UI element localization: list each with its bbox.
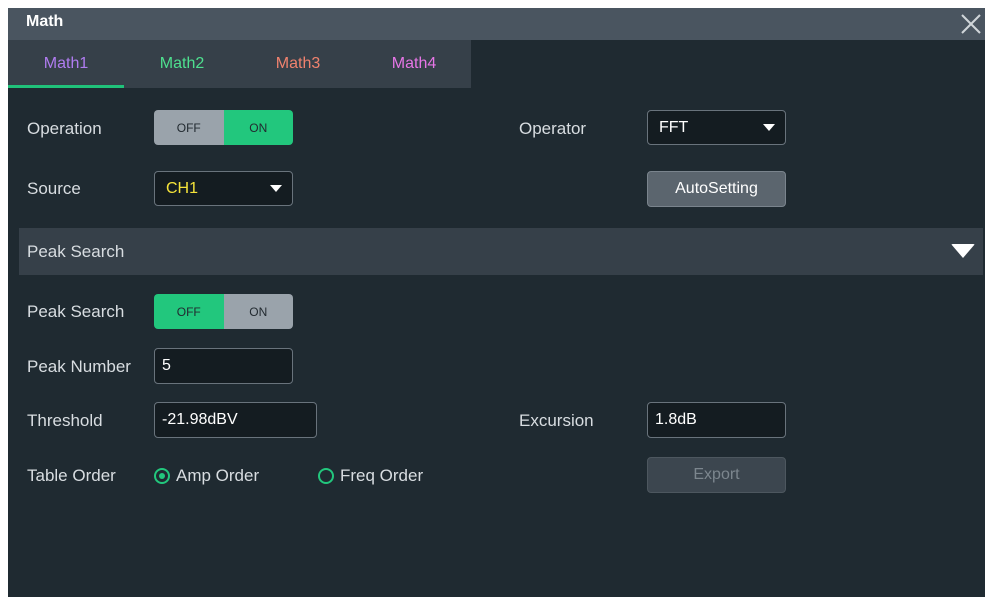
dialog-title: Math xyxy=(26,13,64,30)
peak-search-section-header[interactable]: Peak Search xyxy=(19,228,983,275)
peak-number-value: 5 xyxy=(162,357,171,374)
toggle-on-segment[interactable]: ON xyxy=(223,110,293,145)
operator-value: FFT xyxy=(659,119,689,136)
toggle-off-segment[interactable]: OFF xyxy=(154,110,224,145)
amp-order-radio[interactable]: Amp Order xyxy=(154,466,259,486)
export-button[interactable]: Export xyxy=(647,457,786,493)
toggle-on-segment[interactable]: ON xyxy=(223,294,293,329)
tab-label: Math3 xyxy=(275,55,321,72)
math-dialog: Math Math1 Math2 Math3 Math4 Operation O… xyxy=(8,8,985,597)
operation-label: Operation xyxy=(27,119,102,138)
toggle-off-segment[interactable]: OFF xyxy=(154,294,224,329)
excursion-value: 1.8dB xyxy=(655,411,697,428)
radio-unchecked-icon xyxy=(318,468,334,484)
peak-number-field[interactable]: 5 xyxy=(154,348,293,384)
threshold-field[interactable]: -21.98dBV xyxy=(154,402,317,438)
triangle-down-icon[interactable] xyxy=(951,244,975,258)
freq-order-radio[interactable]: Freq Order xyxy=(318,466,423,486)
tab-label: Math4 xyxy=(391,55,437,72)
peak-number-label: Peak Number xyxy=(27,357,131,376)
chevron-down-icon xyxy=(763,124,775,131)
peak-search-toggle[interactable]: OFF ON xyxy=(154,294,293,329)
operator-label: Operator xyxy=(519,119,587,138)
tab-math2[interactable]: Math2 xyxy=(124,40,240,88)
source-select[interactable]: CH1 xyxy=(154,171,293,206)
tab-bar: Math1 Math2 Math3 Math4 xyxy=(8,40,471,88)
tab-math3[interactable]: Math3 xyxy=(240,40,356,88)
tab-label: Math2 xyxy=(159,55,205,72)
tab-label: Math1 xyxy=(43,55,89,72)
excursion-label: Excursion xyxy=(519,411,594,430)
tab-math4[interactable]: Math4 xyxy=(356,40,472,88)
autosetting-button[interactable]: AutoSetting xyxy=(647,171,786,207)
peak-search-label: Peak Search xyxy=(27,302,125,321)
threshold-label: Threshold xyxy=(27,411,103,430)
chevron-down-icon xyxy=(270,185,282,192)
threshold-value: -21.98dBV xyxy=(162,411,238,428)
source-value: CH1 xyxy=(166,180,199,197)
operation-toggle[interactable]: OFF ON xyxy=(154,110,293,145)
table-order-label: Table Order xyxy=(27,466,116,485)
excursion-field[interactable]: 1.8dB xyxy=(647,402,786,438)
radio-checked-icon xyxy=(154,468,170,484)
title-bar: Math xyxy=(8,8,985,40)
close-icon[interactable] xyxy=(959,12,983,36)
source-label: Source xyxy=(27,179,81,198)
section-title: Peak Search xyxy=(27,242,125,261)
tab-math1[interactable]: Math1 xyxy=(8,40,124,88)
operator-select[interactable]: FFT xyxy=(647,110,786,145)
radio-label: Amp Order xyxy=(176,466,260,485)
radio-label: Freq Order xyxy=(340,466,424,485)
